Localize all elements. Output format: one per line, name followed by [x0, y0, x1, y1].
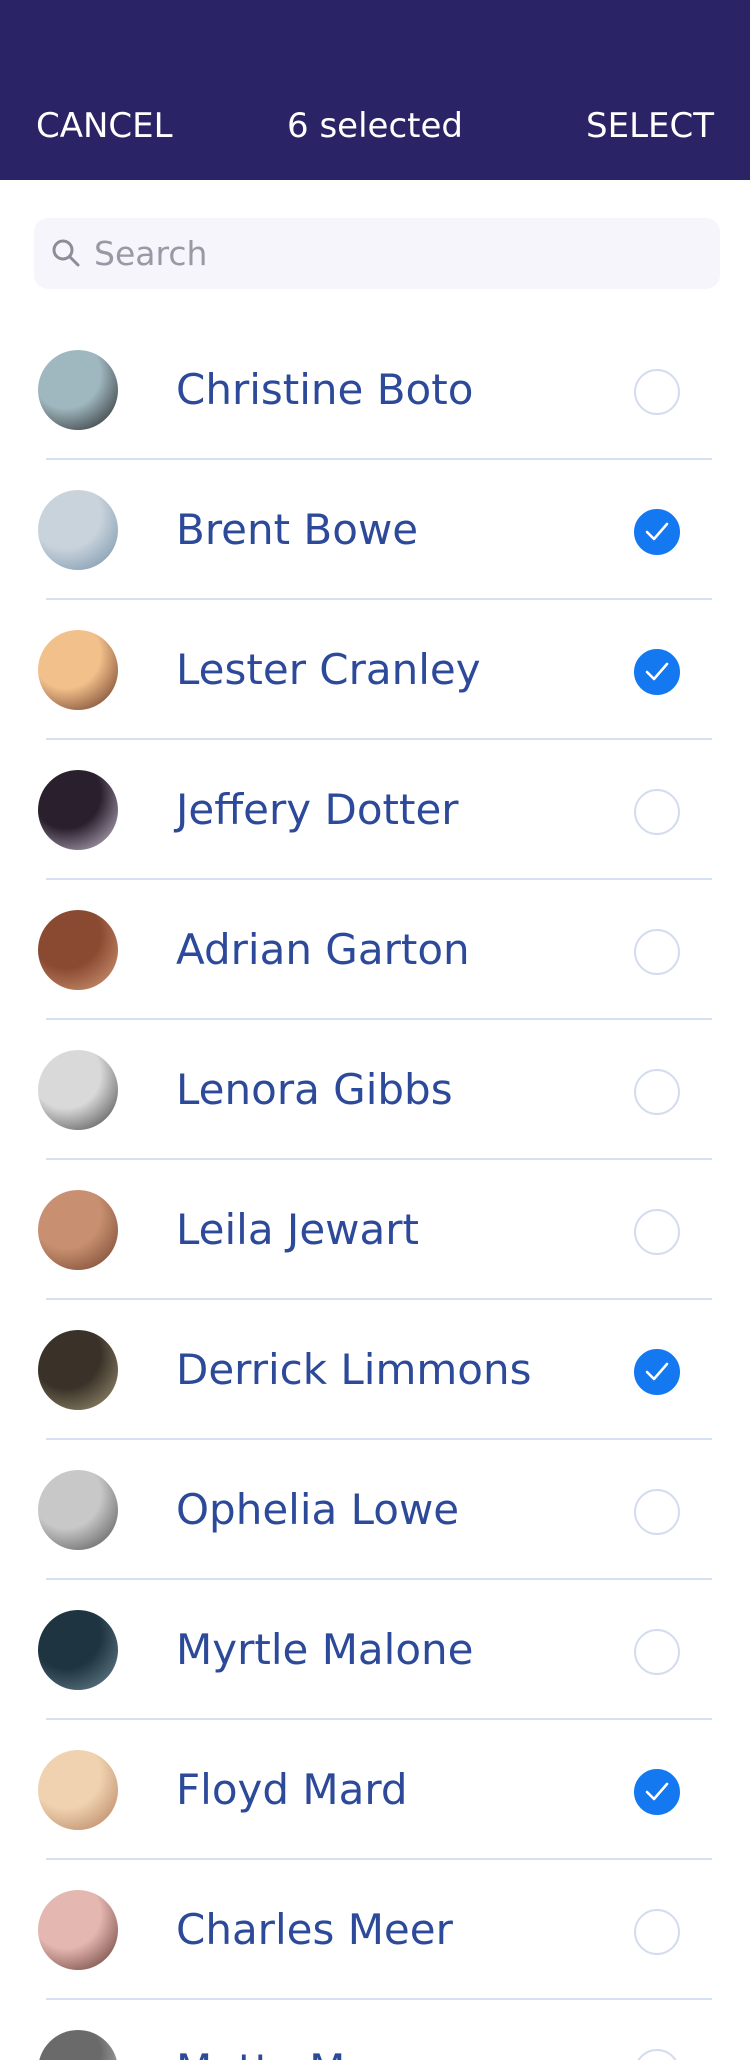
avatar [38, 1050, 118, 1130]
avatar [38, 350, 118, 430]
contact-row[interactable]: Brent Bowe [0, 460, 750, 600]
checkbox-unchecked[interactable] [634, 2049, 680, 2060]
avatar [38, 2030, 118, 2060]
contact-name: Christine Boto [176, 365, 474, 414]
checkbox-unchecked[interactable] [634, 1069, 680, 1115]
avatar [38, 630, 118, 710]
checkmark-icon [645, 522, 669, 541]
avatar [38, 1750, 118, 1830]
contact-name: Derrick Limmons [176, 1345, 532, 1394]
avatar [38, 770, 118, 850]
contact-row[interactable]: Jeffery Dotter [0, 740, 750, 880]
contact-name: Adrian Garton [176, 925, 470, 974]
avatar [38, 490, 118, 570]
contact-row[interactable]: Leila Jewart [0, 1160, 750, 1300]
checkbox-unchecked[interactable] [634, 1489, 680, 1535]
contact-row[interactable]: Lenora Gibbs [0, 1020, 750, 1160]
checkbox-unchecked[interactable] [634, 1209, 680, 1255]
checkmark-icon [645, 1782, 669, 1801]
checkmark-icon [645, 662, 669, 681]
contact-row[interactable]: Floyd Mard [0, 1720, 750, 1860]
avatar [38, 1190, 118, 1270]
checkbox-checked[interactable] [634, 1349, 680, 1395]
contact-list: Christine Boto Brent Bowe Lester Cranley Je… [0, 320, 750, 2060]
checkbox-unchecked[interactable] [634, 369, 680, 415]
cancel-button[interactable]: CANCEL [36, 104, 173, 148]
contact-name: Floyd Mard [176, 1765, 408, 1814]
avatar [38, 910, 118, 990]
checkmark-icon [645, 1362, 669, 1381]
checkbox-checked[interactable] [634, 1769, 680, 1815]
contact-name: Charles Meer [176, 1905, 453, 1954]
contact-row[interactable]: Christine Boto [0, 320, 750, 460]
contact-name: Lenora Gibbs [176, 1065, 453, 1114]
contact-name: Myrtle Malone [176, 1625, 474, 1674]
contact-name: Brent Bowe [176, 505, 419, 554]
checkbox-checked[interactable] [634, 509, 680, 555]
contact-row[interactable]: Lester Cranley [0, 600, 750, 740]
top-bar: CANCEL 6 selected SELECT [0, 0, 750, 180]
checkbox-unchecked[interactable] [634, 1909, 680, 1955]
checkbox-checked[interactable] [634, 649, 680, 695]
contact-row[interactable]: Ophelia Lowe [0, 1440, 750, 1580]
avatar [38, 1330, 118, 1410]
avatar [38, 1610, 118, 1690]
search-bar[interactable] [34, 218, 720, 289]
checkbox-unchecked[interactable] [634, 929, 680, 975]
contact-row[interactable]: Adrian Garton [0, 880, 750, 1020]
contact-name: Ophelia Lowe [176, 1485, 460, 1534]
contact-name: Jeffery Dotter [176, 785, 459, 834]
contact-row[interactable]: Matty Moore [0, 2000, 750, 2060]
contact-row[interactable]: Myrtle Malone [0, 1580, 750, 1720]
contact-name: Leila Jewart [176, 1205, 419, 1254]
checkbox-unchecked[interactable] [634, 789, 680, 835]
contact-row[interactable]: Derrick Limmons [0, 1300, 750, 1440]
search-icon [48, 235, 84, 271]
contact-name: Matty Moore [176, 2044, 439, 2060]
select-button[interactable]: SELECT [586, 104, 714, 148]
checkbox-unchecked[interactable] [634, 1629, 680, 1675]
contact-row[interactable]: Charles Meer [0, 1860, 750, 2000]
contact-name: Lester Cranley [176, 645, 481, 694]
search-input[interactable] [94, 218, 704, 289]
avatar [38, 1890, 118, 1970]
avatar [38, 1470, 118, 1550]
